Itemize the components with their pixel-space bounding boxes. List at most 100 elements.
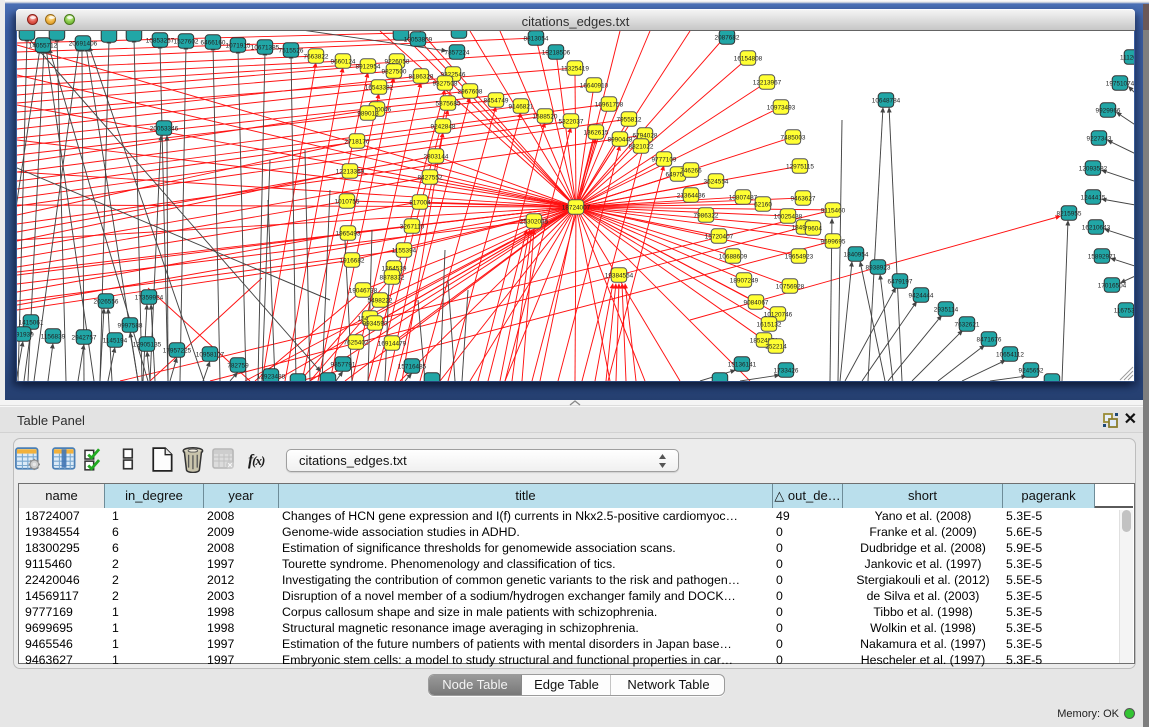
svg-text:9242848: 9242848 — [431, 124, 456, 131]
svg-text:1145194: 1145194 — [103, 338, 128, 345]
svg-text:2967608: 2967608 — [458, 89, 483, 96]
svg-text:20691406: 20691406 — [69, 41, 98, 48]
svg-text:16640910: 16640910 — [580, 83, 609, 90]
svg-text:1071915: 1071915 — [226, 43, 251, 50]
svg-text:8427552: 8427552 — [418, 175, 443, 182]
svg-text:9660124: 9660124 — [331, 59, 356, 66]
svg-text:1733426: 1733426 — [774, 368, 799, 375]
svg-text:9827500: 9827500 — [382, 69, 407, 76]
svg-text:19654923: 19654923 — [785, 254, 814, 261]
svg-text:62160: 62160 — [754, 202, 772, 209]
svg-text:5498222: 5498222 — [368, 298, 393, 305]
svg-text:7955812: 7955812 — [617, 117, 642, 124]
svg-text:1615132: 1615132 — [757, 322, 782, 329]
svg-text:15136141: 15136141 — [728, 362, 757, 369]
svg-text:2935114: 2935114 — [934, 307, 959, 314]
svg-text:2803144: 2803144 — [424, 154, 449, 161]
svg-text:2026556: 2026556 — [94, 299, 119, 306]
svg-text:2087682: 2087682 — [715, 35, 740, 42]
svg-text:1527602: 1527602 — [174, 39, 199, 46]
svg-text:18907249: 18907249 — [730, 278, 759, 285]
svg-text:8990448: 8990448 — [608, 137, 633, 144]
svg-text:7857224: 7857224 — [445, 50, 470, 57]
svg-text:3267110: 3267110 — [400, 224, 425, 231]
svg-text:8186328: 8186328 — [409, 74, 434, 81]
svg-text:10648784: 10648784 — [872, 98, 901, 105]
svg-text:16154808: 16154808 — [734, 56, 763, 63]
svg-text:9424444: 9424444 — [909, 293, 934, 300]
svg-text:25302035: 25302035 — [520, 219, 549, 226]
svg-text:11325419: 11325419 — [561, 66, 589, 73]
svg-text:817004: 817004 — [409, 200, 431, 207]
svg-text:10671385: 10671385 — [251, 45, 280, 52]
svg-text:782759: 782759 — [227, 363, 249, 370]
svg-text:7485003: 7485003 — [781, 135, 806, 142]
svg-text:1244415: 1244415 — [1081, 195, 1106, 202]
svg-text:17016504: 17016504 — [1098, 283, 1127, 290]
svg-text:5875685: 5875685 — [436, 101, 461, 108]
svg-text:989013: 989013 — [357, 111, 379, 118]
svg-text:9777109: 9777109 — [652, 157, 677, 164]
svg-text:12213369: 12213369 — [336, 169, 365, 176]
svg-text:16210643: 16210643 — [1082, 225, 1111, 232]
svg-text:252214: 252214 — [765, 344, 787, 351]
svg-text:9245652: 9245652 — [1019, 368, 1044, 375]
svg-text:2942757: 2942757 — [72, 335, 97, 342]
svg-text:8454749: 8454749 — [484, 98, 509, 105]
svg-text:7663822: 7663822 — [304, 54, 329, 61]
svg-text:7632621: 7632621 — [955, 322, 980, 329]
svg-text:746266: 746266 — [680, 168, 702, 175]
svg-text:10053809: 10053809 — [404, 37, 433, 44]
svg-text:19751074: 19751074 — [1106, 81, 1134, 88]
svg-text:8821022: 8821022 — [629, 144, 654, 151]
svg-text:7625402: 7625402 — [344, 340, 369, 347]
svg-text:9115460: 9115460 — [821, 208, 846, 215]
svg-text:1588520: 1588520 — [533, 114, 558, 121]
svg-text:12923488: 12923488 — [257, 374, 286, 381]
svg-text:14055712: 14055712 — [29, 43, 58, 50]
svg-text:9227343: 9227343 — [1087, 136, 1112, 143]
svg-text:9934590: 9934590 — [363, 321, 388, 328]
svg-text:19384554: 19384554 — [605, 273, 634, 280]
svg-text:8878332: 8878332 — [380, 275, 405, 282]
svg-text:5322037: 5322037 — [559, 119, 584, 126]
svg-text:17359924: 17359924 — [135, 295, 164, 302]
svg-text:79604: 79604 — [804, 226, 822, 233]
svg-text:9857791: 9857791 — [331, 362, 356, 369]
svg-text:9146821: 9146821 — [509, 104, 534, 111]
svg-text:12975115: 12975115 — [786, 164, 814, 171]
svg-text:1167533: 1167533 — [1114, 308, 1134, 315]
svg-text:9084067: 9084067 — [744, 300, 769, 307]
svg-text:9929966: 9929966 — [1096, 108, 1121, 115]
svg-text:9997588: 9997588 — [118, 323, 143, 330]
svg-text:1155394: 1155394 — [392, 248, 417, 255]
svg-text:10654112: 10654112 — [996, 352, 1024, 359]
svg-text:1840954: 1840954 — [844, 252, 869, 259]
svg-text:7986322: 7986322 — [694, 213, 719, 220]
svg-text:10688609: 10688609 — [719, 254, 748, 261]
svg-text:9699695: 9699695 — [821, 239, 846, 246]
svg-text:3624554: 3624554 — [704, 179, 729, 186]
svg-text:10958107: 10958107 — [196, 352, 225, 359]
svg-text:1916682: 1916682 — [340, 258, 365, 265]
svg-text:15892971: 15892971 — [1088, 254, 1117, 261]
svg-text:17957225: 17957225 — [163, 348, 192, 355]
svg-text:6479197: 6479197 — [888, 279, 913, 286]
svg-text:21364436: 21364436 — [677, 193, 706, 200]
svg-text:15716485: 15716485 — [398, 364, 427, 371]
svg-text:19218506: 19218506 — [542, 50, 571, 57]
svg-text:1415061: 1415061 — [19, 320, 44, 327]
svg-text:1112004: 1112004 — [1120, 55, 1134, 62]
svg-text:7515526: 7515526 — [279, 48, 304, 55]
svg-text:8471676: 8471676 — [977, 337, 1002, 344]
svg-text:8215955: 8215955 — [1057, 211, 1082, 218]
svg-text:1156839: 1156839 — [41, 334, 66, 341]
svg-text:1010755: 1010755 — [335, 199, 360, 206]
svg-text:16914479: 16914479 — [378, 341, 407, 348]
svg-text:10973493: 10973493 — [767, 105, 796, 112]
svg-text:10756928: 10756928 — [776, 284, 805, 291]
svg-text:1965493: 1965493 — [336, 231, 361, 238]
svg-text:9327508: 9327508 — [433, 81, 458, 88]
svg-text:8813054: 8813054 — [524, 36, 549, 43]
svg-text:2718170: 2718170 — [345, 139, 370, 146]
